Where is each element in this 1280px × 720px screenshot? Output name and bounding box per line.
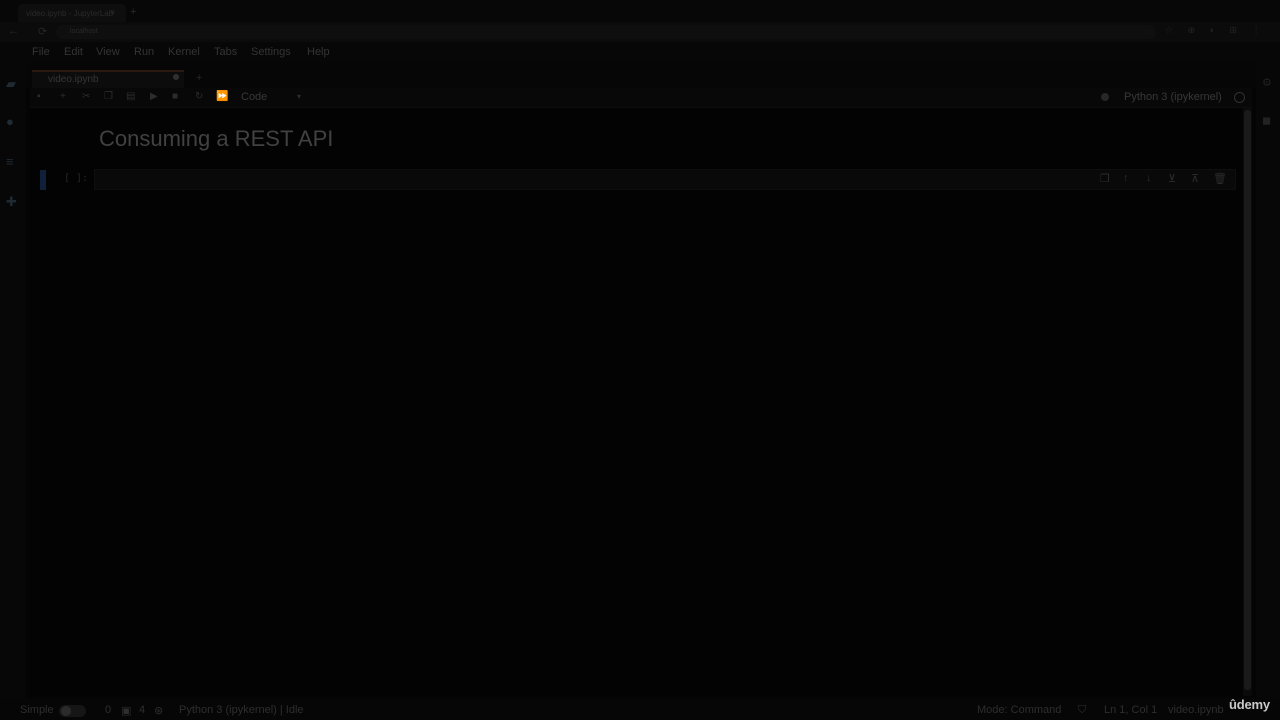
duplicate-cell-icon[interactable]: ❐ <box>1100 172 1110 185</box>
tab-video-notebook[interactable]: video.ipynb <box>32 70 184 88</box>
terminal-icon[interactable]: ▣ <box>121 704 131 717</box>
extension-icons[interactable]: ☆ ⊕ ◐ ⊞ ⋮ <box>1165 25 1267 36</box>
scrollbar-thumb[interactable] <box>1244 110 1251 690</box>
kernel-status-text[interactable]: Python 3 (ipykernel) | Idle <box>179 704 304 716</box>
reload-icon[interactable]: ⟳ <box>38 25 47 38</box>
udemy-watermark: ûdemy <box>1229 697 1270 712</box>
paste-icon[interactable]: ▤ <box>126 91 135 102</box>
new-tab-button[interactable]: + <box>130 6 136 18</box>
kernel-icon[interactable]: ⊛ <box>154 704 163 717</box>
mode-indicator: Mode: Command <box>977 704 1062 716</box>
running-icon[interactable]: ● <box>6 114 14 129</box>
fast-forward-icon[interactable]: ⏩ <box>216 91 228 102</box>
current-file-name: video.ipynb <box>1168 704 1224 716</box>
back-icon[interactable]: ← <box>8 25 19 37</box>
restart-icon[interactable]: ↻ <box>195 91 203 102</box>
save-icon[interactable]: ▪ <box>37 91 41 102</box>
insert-above-icon[interactable]: ⊻ <box>1168 172 1176 185</box>
menu-file[interactable]: File <box>32 46 50 58</box>
url-input[interactable]: localhost <box>56 25 1156 39</box>
code-cell-input[interactable] <box>94 169 1236 190</box>
new-launcher-button[interactable]: + <box>196 72 202 84</box>
table-of-contents-icon[interactable]: ≡ <box>6 154 14 169</box>
kernel-name-button[interactable]: Python 3 (ipykernel) <box>1124 91 1222 103</box>
trash-icon[interactable]: 🗑 <box>1213 172 1227 185</box>
toggle-knob <box>61 706 71 716</box>
menu-run[interactable]: Run <box>134 46 154 58</box>
run-icon[interactable]: ▶ <box>150 91 158 102</box>
notebook-toolbar <box>30 88 1252 108</box>
menu-settings[interactable]: Settings <box>251 46 291 58</box>
folder-icon[interactable]: ▰ <box>6 76 16 92</box>
shield-icon[interactable]: ⛉ <box>1078 704 1086 717</box>
insert-cell-icon[interactable]: + <box>60 91 66 102</box>
notebook-tab-bar <box>26 62 1256 88</box>
menu-edit[interactable]: Edit <box>64 46 83 58</box>
bug-icon[interactable]: ◼ <box>1262 114 1271 127</box>
menu-tabs[interactable]: Tabs <box>214 46 237 58</box>
menu-bar: File Edit View Run Kernel Tabs Settings … <box>26 42 1280 62</box>
chevron-down-icon[interactable]: ▾ <box>297 92 301 101</box>
terminals-count[interactable]: 0 <box>105 704 111 716</box>
insert-below-icon[interactable]: ⊼ <box>1191 172 1199 185</box>
simple-mode-label: Simple <box>20 704 54 716</box>
markdown-heading: Consuming a REST API <box>99 126 334 151</box>
browser-tab-bar <box>0 0 1280 22</box>
close-icon[interactable]: × <box>110 7 115 17</box>
gear-icon[interactable]: ⚙ <box>1262 76 1272 89</box>
cursor-position[interactable]: Ln 1, Col 1 <box>1104 704 1157 716</box>
menu-help[interactable]: Help <box>307 46 330 58</box>
menu-kernel[interactable]: Kernel <box>168 46 200 58</box>
copy-icon[interactable]: ❐ <box>104 91 113 102</box>
menu-view[interactable]: View <box>96 46 120 58</box>
cell-prompt: [ ]: <box>64 173 89 184</box>
stop-icon[interactable]: ■ <box>172 91 178 102</box>
kernel-status-icon <box>1101 93 1109 101</box>
puzzle-icon[interactable]: ✚ <box>6 194 17 210</box>
kernels-count[interactable]: 4 <box>139 704 145 716</box>
move-down-icon[interactable]: ↓ <box>1146 172 1152 184</box>
move-up-icon[interactable]: ↑ <box>1123 172 1129 184</box>
notebook-panel[interactable] <box>30 108 1242 696</box>
right-sidebar: ⚙ ◼ <box>1256 62 1280 698</box>
activity-bar: ▰ ● ≡ ✚ <box>0 42 26 698</box>
kernel-idle-icon <box>1234 92 1245 103</box>
active-cell-indicator[interactable] <box>40 170 46 190</box>
unsaved-dot-icon[interactable] <box>173 74 179 80</box>
cut-icon[interactable]: ✂ <box>82 91 90 102</box>
